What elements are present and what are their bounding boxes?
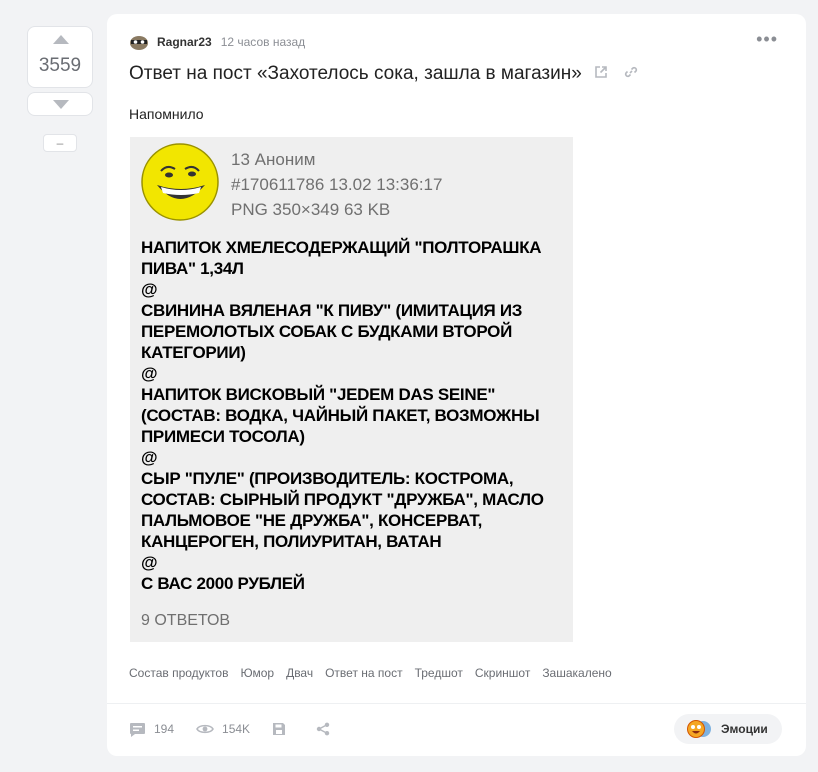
save-icon bbox=[273, 723, 286, 735]
footer-divider bbox=[107, 703, 806, 704]
upvote-button[interactable]: 3559 bbox=[27, 26, 93, 88]
comments-button[interactable]: 194 bbox=[129, 722, 174, 737]
views-counter: 154K bbox=[196, 722, 250, 736]
text-line: СЫР "ПУЛЕ" (ПРОИЗВОДИТЕЛЬ: КОСТРОМА, bbox=[141, 469, 514, 488]
post-title[interactable]: Ответ на пост «Захотелось сока, зашла в … bbox=[129, 63, 582, 85]
greentext-body: НАПИТОК ХМЕЛЕСОДЕРЖАЩИЙ "ПОЛТОРАШКА ПИВА… bbox=[141, 237, 571, 594]
text-line: СОСТАВ: СЫРНЫЙ ПРОДУКТ "ДРУЖБА", МАСЛО bbox=[141, 490, 544, 509]
text-line: НАПИТОК ХМЕЛЕСОДЕРЖАЩИЙ "ПОЛТОРАШКА bbox=[141, 238, 542, 257]
post-footer: 194 154K bbox=[129, 717, 360, 741]
meta-line: PNG 350×349 63 KB bbox=[231, 200, 391, 219]
post-title-row: Ответ на пост «Захотелось сока, зашла в … bbox=[129, 63, 638, 85]
text-line: @ bbox=[141, 364, 158, 383]
post-header: Ragnar23 12 часов назад bbox=[129, 32, 305, 52]
tag-list: Состав продуктов Юмор Двач Ответ на пост… bbox=[129, 666, 624, 680]
post-text: Напомнило bbox=[129, 106, 204, 122]
text-line: ПРИМЕСИ ТОСОЛА) bbox=[141, 427, 305, 446]
share-button[interactable] bbox=[316, 722, 338, 736]
emotions-button[interactable]: Эмоции bbox=[674, 714, 782, 744]
text-line: @ bbox=[141, 280, 158, 299]
tag-item[interactable]: Скриншот bbox=[475, 666, 530, 680]
comment-icon bbox=[130, 722, 145, 737]
meta-line: 13 Аноним bbox=[231, 150, 316, 169]
save-button[interactable] bbox=[272, 722, 294, 736]
tag-item[interactable]: Зашакалено bbox=[542, 666, 611, 680]
text-line: ПАЛЬМОВОЕ "НЕ ДРУЖБА", КОНСЕРВАТ, bbox=[141, 511, 483, 530]
arrow-up-icon bbox=[53, 35, 69, 44]
rating-count: 3559 bbox=[38, 55, 82, 76]
emotions-icon bbox=[687, 720, 711, 738]
views-count: 154K bbox=[222, 722, 251, 736]
tag-item[interactable]: Двач bbox=[286, 666, 313, 680]
text-line: КАНЦЕРОГЕН, ПОЛИУРИТАН, ВАТАН bbox=[141, 532, 442, 551]
text-line: @ bbox=[141, 448, 158, 467]
text-line: СВИНИНА ВЯЛЕНАЯ "К ПИВУ" (ИМИТАЦИЯ ИЗ bbox=[141, 301, 523, 320]
tag-item[interactable]: Тредшот bbox=[415, 666, 463, 680]
collapse-button[interactable]: – bbox=[43, 134, 77, 152]
text-line: @ bbox=[141, 553, 158, 572]
troll-face-icon bbox=[141, 143, 219, 221]
avatar[interactable] bbox=[129, 34, 149, 50]
replies-count: 9 ОТВЕТОВ bbox=[141, 612, 231, 629]
vote-panel: 3559 bbox=[27, 26, 93, 116]
text-line: (СОСТАВ: ВОДКА, ЧАЙНЫЙ ПАКЕТ, ВОЗМОЖНЫ bbox=[141, 406, 540, 425]
more-menu-button[interactable]: ••• bbox=[756, 30, 778, 48]
arrow-down-icon bbox=[53, 100, 69, 109]
post-image[interactable]: 13 Аноним #170611786 13.02 13:36:17 PNG … bbox=[130, 137, 573, 642]
text-line: НАПИТОК ВИСКОВЫЙ "JEDEM DAS SEINE" bbox=[141, 385, 496, 404]
text-line: С ВАС 2000 РУБЛЕЙ bbox=[141, 574, 305, 593]
meta-line: #170611786 13.02 13:36:17 bbox=[231, 175, 443, 194]
eye-icon bbox=[196, 724, 214, 734]
downvote-button[interactable] bbox=[27, 92, 93, 116]
author-name[interactable]: Ragnar23 bbox=[157, 35, 212, 49]
comments-count: 194 bbox=[154, 722, 175, 736]
post-time: 12 часов назад bbox=[220, 35, 306, 49]
text-line: ПИВА" 1,34Л bbox=[141, 259, 244, 278]
tag-item[interactable]: Состав продуктов bbox=[129, 666, 228, 680]
text-line: КАТЕГОРИИ) bbox=[141, 343, 246, 362]
chain-link-icon[interactable] bbox=[624, 65, 638, 84]
tag-item[interactable]: Ответ на пост bbox=[325, 666, 402, 680]
tag-item[interactable]: Юмор bbox=[240, 666, 274, 680]
share-icon bbox=[316, 722, 330, 736]
emotions-label: Эмоции bbox=[721, 722, 768, 736]
post-meta: 13 Аноним #170611786 13.02 13:36:17 PNG … bbox=[231, 147, 442, 222]
text-line: ПЕРЕМОЛОТЫХ СОБАК С БУДКАМИ ВТОРОЙ bbox=[141, 322, 513, 341]
post-card: Ragnar23 12 часов назад ••• Ответ на пос… bbox=[107, 14, 806, 756]
external-link-icon[interactable] bbox=[594, 65, 608, 84]
